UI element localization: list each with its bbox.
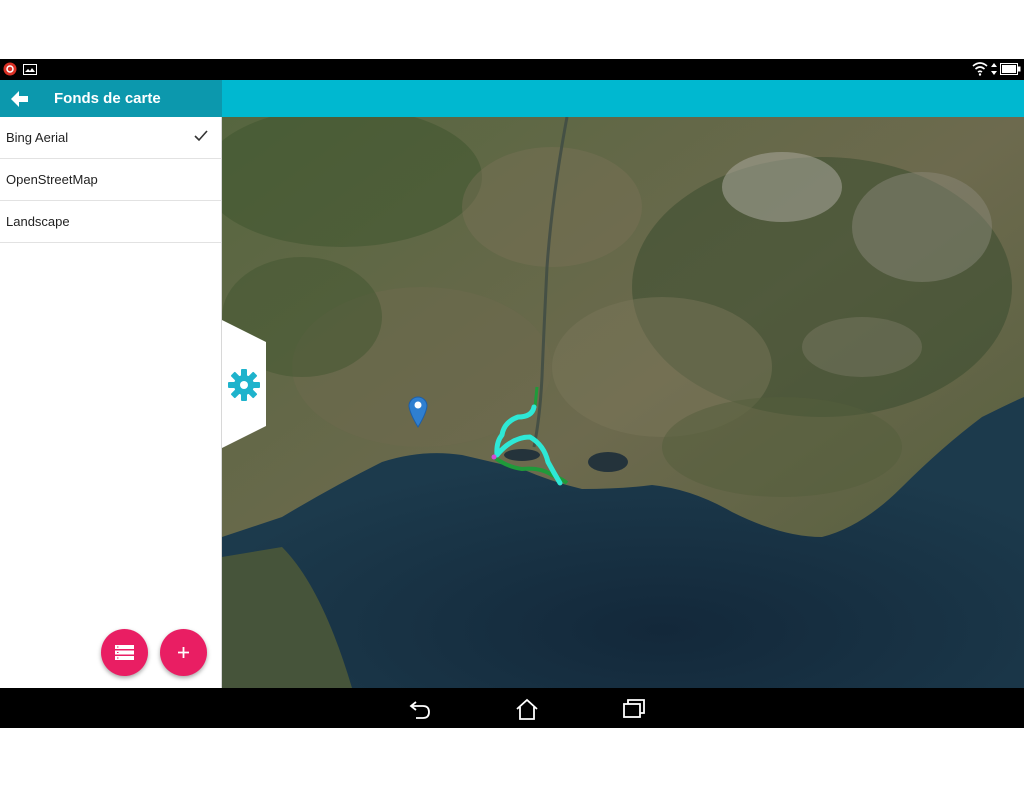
layers-list-button[interactable] bbox=[101, 629, 148, 676]
panel-title: Fonds de carte bbox=[54, 90, 161, 107]
panel-header: Fonds de carte bbox=[0, 80, 222, 117]
battery-icon bbox=[1000, 63, 1021, 75]
back-icon[interactable] bbox=[408, 697, 432, 721]
satellite-map bbox=[222, 117, 1024, 688]
plus-icon bbox=[178, 647, 189, 658]
map-view[interactable] bbox=[222, 117, 1024, 688]
wifi-icon bbox=[972, 62, 988, 76]
basemap-list: Bing Aerial OpenStreetMap Landscape bbox=[0, 117, 221, 243]
data-arrows-icon bbox=[991, 63, 997, 75]
basemap-panel: Fonds de carte Bing Aerial OpenStreetMap… bbox=[0, 80, 222, 688]
add-basemap-button[interactable] bbox=[160, 629, 207, 676]
basemap-item-label: Bing Aerial bbox=[6, 130, 69, 145]
basemap-item-label: Landscape bbox=[6, 214, 70, 229]
arrow-back-icon[interactable] bbox=[8, 88, 30, 110]
map-toolbar bbox=[222, 80, 1024, 117]
basemap-item-label: OpenStreetMap bbox=[6, 172, 98, 187]
basemap-item-landscape[interactable]: Landscape bbox=[0, 201, 221, 243]
notification-image-icon bbox=[23, 64, 37, 75]
notification-app-icon bbox=[3, 62, 17, 76]
list-icon bbox=[115, 645, 134, 660]
gear-icon bbox=[228, 369, 260, 401]
home-icon[interactable] bbox=[515, 697, 539, 721]
check-icon bbox=[194, 130, 208, 142]
system-nav-bar bbox=[0, 688, 1024, 728]
recents-icon[interactable] bbox=[622, 697, 646, 721]
basemap-item-bing-aerial[interactable]: Bing Aerial bbox=[0, 117, 221, 159]
map-pin-icon[interactable] bbox=[408, 394, 428, 428]
settings-tab[interactable] bbox=[222, 320, 268, 448]
basemap-item-openstreetmap[interactable]: OpenStreetMap bbox=[0, 159, 221, 201]
status-bar bbox=[0, 59, 1024, 80]
